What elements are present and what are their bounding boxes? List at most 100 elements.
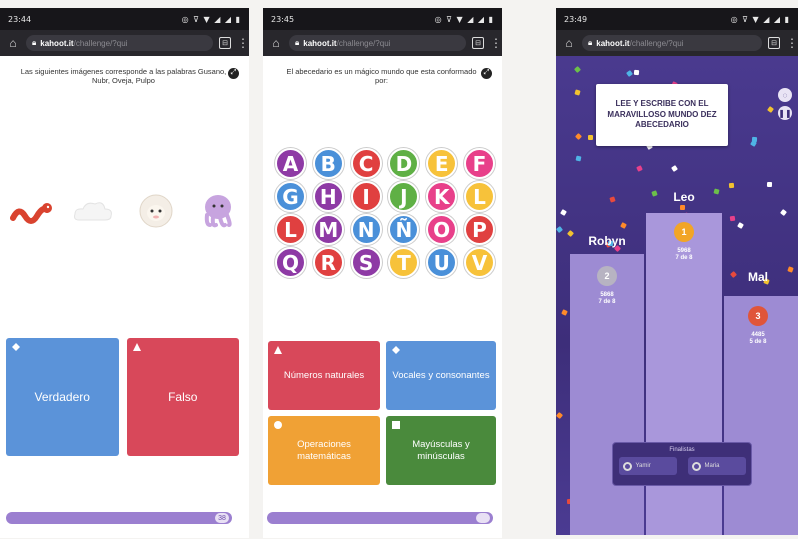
sound-icon[interactable]: ◌ bbox=[778, 88, 792, 102]
url-domain: kahoot.it bbox=[596, 38, 630, 48]
letter-circle: Ñ bbox=[388, 214, 420, 245]
browser-toolbar: ⌂ 🔒︎ kahoot.it/challenge/?qui ⊟ ⋮ bbox=[263, 30, 502, 56]
status-time: 23:49 bbox=[564, 14, 588, 24]
question-label: Las siguientes imágenes corresponde a la… bbox=[20, 66, 227, 85]
answer-vocales-button[interactable]: Vocales y consonantes bbox=[386, 341, 496, 410]
browser-toolbar: ⌂ 🔒︎ kahoot.it/challenge/?qui ⊟ ⋮ bbox=[556, 30, 798, 56]
lock-icon: 🔒︎ bbox=[32, 38, 37, 47]
confetti-piece bbox=[728, 182, 735, 189]
answer-label: Vocales y consonantes bbox=[392, 369, 490, 381]
tabs-icon[interactable]: ⊟ bbox=[472, 37, 484, 49]
status-bar: 23:49 ◎ ⊽ ▼ ◢ ◢ ▮ bbox=[556, 8, 798, 30]
letter-circle: C bbox=[350, 148, 382, 179]
alphabet-image: ABCDEFGHIJKLLMNÑOPQRSTUV bbox=[275, 148, 495, 280]
answer-label: Falso bbox=[168, 389, 198, 404]
answer-operaciones-button[interactable]: Operaciones matemáticas bbox=[268, 416, 380, 485]
worm-icon bbox=[10, 203, 52, 224]
fullscreen-icon[interactable]: ⤢ bbox=[481, 68, 492, 79]
triangle-icon bbox=[274, 346, 282, 354]
letter-circle: U bbox=[426, 247, 458, 278]
gold-medal-icon: 1 bbox=[674, 222, 694, 242]
finalist-button-1[interactable]: Yamir bbox=[618, 457, 677, 475]
place-number: 3 bbox=[755, 311, 761, 321]
letter-circle: L bbox=[463, 181, 495, 212]
phone-screen-alphabet: 23:45 ◎ ⊽ ▼ ◢ ◢ ▮ ⌂ 🔒︎ kahoot.it/challen… bbox=[263, 8, 502, 538]
answer-options: Verdadero Falso bbox=[6, 338, 239, 456]
finalists-panel: Finalistas Yamir Maria bbox=[612, 442, 752, 486]
kahoot-title: LEE Y ESCRIBE CON EL MARAVILLOSO MUNDO D… bbox=[607, 99, 717, 130]
diamond-icon bbox=[392, 346, 400, 354]
status-icons: ◎ ⊽ ▼ ◢ ◢ ▮ bbox=[730, 14, 790, 24]
letter-circle: H bbox=[312, 181, 344, 212]
sheep-image bbox=[133, 188, 179, 234]
lock-icon: 🔒︎ bbox=[295, 38, 300, 47]
letter-row: ABCDEF bbox=[275, 148, 495, 179]
circle-icon bbox=[274, 421, 282, 429]
correct-count: 7 de 8 bbox=[675, 255, 693, 262]
confetti-piece bbox=[633, 69, 640, 76]
home-icon[interactable]: ⌂ bbox=[6, 36, 20, 50]
podium-second-score: 5868 7 de 8 bbox=[587, 292, 627, 306]
letter-circle: L bbox=[275, 214, 306, 245]
fullscreen-icon[interactable]: ⤢ bbox=[228, 68, 239, 79]
browser-toolbar: ⌂ 🔒︎ kahoot.it/challenge/?qui ⊟ ⋮ bbox=[0, 30, 249, 56]
url-path: /challenge/?qui bbox=[629, 38, 684, 48]
cloud-image bbox=[70, 188, 116, 234]
home-icon[interactable]: ⌂ bbox=[269, 36, 283, 50]
finalist-button-2[interactable]: Maria bbox=[687, 457, 746, 475]
question-text: Las siguientes imágenes corresponde a la… bbox=[0, 56, 249, 96]
podium-third-name: Mal bbox=[747, 270, 768, 284]
pause-icon[interactable]: ❚❚ bbox=[778, 106, 792, 120]
url-domain: kahoot.it bbox=[40, 38, 74, 48]
score-value: 4485 bbox=[751, 332, 765, 338]
answer-verdadero-button[interactable]: Verdadero bbox=[6, 338, 119, 456]
address-bar[interactable]: 🔒︎ kahoot.it/challenge/?qui bbox=[26, 35, 213, 51]
silver-medal-icon: 2 bbox=[597, 266, 617, 286]
podium-first-score: 5968 7 de 8 bbox=[664, 248, 704, 262]
letter-circle: F bbox=[463, 148, 495, 179]
menu-icon[interactable]: ⋮ bbox=[237, 36, 249, 50]
answer-label: Números naturales bbox=[283, 369, 365, 381]
letter-circle: T bbox=[388, 247, 420, 278]
letter-circle: S bbox=[350, 247, 382, 278]
tabs-icon[interactable]: ⊟ bbox=[768, 37, 780, 49]
score-value: 5968 bbox=[677, 248, 691, 254]
url-path: /challenge/?qui bbox=[336, 38, 391, 48]
finalist-label: Maria bbox=[704, 463, 720, 469]
octopus-image bbox=[195, 188, 241, 234]
letter-circle: G bbox=[275, 181, 306, 212]
address-bar[interactable]: 🔒︎ kahoot.it/challenge/?qui bbox=[289, 35, 466, 51]
sheep-icon bbox=[139, 194, 173, 228]
tabs-icon[interactable]: ⊟ bbox=[219, 37, 231, 49]
lock-icon: 🔒︎ bbox=[588, 38, 593, 47]
status-bar: 23:44 ◎ ⊽ ▼ ◢ ◢ ▮ bbox=[0, 8, 249, 30]
diamond-icon bbox=[12, 343, 20, 351]
confetti-piece bbox=[575, 155, 582, 162]
confetti-piece bbox=[766, 181, 773, 188]
letter-row: QRSTUV bbox=[275, 247, 495, 278]
address-bar[interactable]: 🔒︎ kahoot.it/challenge/?qui bbox=[582, 35, 762, 51]
cloud-icon bbox=[74, 202, 113, 221]
correct-count: 5 de 8 bbox=[749, 339, 767, 346]
letter-circle: B bbox=[312, 148, 344, 179]
bronze-medal-icon: 3 bbox=[748, 306, 768, 326]
url-domain: kahoot.it bbox=[303, 38, 337, 48]
letter-circle: E bbox=[426, 148, 458, 179]
answer-falso-button[interactable]: Falso bbox=[126, 338, 239, 456]
answer-label: Mayúsculas y minúsculas bbox=[412, 439, 470, 462]
menu-icon[interactable]: ⋮ bbox=[490, 36, 502, 50]
home-icon[interactable]: ⌂ bbox=[562, 36, 576, 50]
letter-row: LMNÑOP bbox=[275, 214, 495, 245]
finalists-title: Finalistas bbox=[669, 447, 695, 453]
place-number: 1 bbox=[681, 227, 687, 237]
answer-mayusculas-button[interactable]: Mayúsculas y minúsculas bbox=[386, 416, 496, 485]
menu-icon[interactable]: ⋮ bbox=[786, 36, 798, 50]
letter-circle: P bbox=[463, 214, 495, 245]
letter-circle: A bbox=[275, 148, 306, 179]
letter-circle: J bbox=[388, 181, 420, 212]
progress-count bbox=[476, 513, 490, 523]
confetti-piece bbox=[588, 135, 593, 140]
answer-numeros-button[interactable]: Números naturales bbox=[268, 341, 380, 410]
answer-label: Verdadero bbox=[34, 389, 90, 404]
podium-first-name: Leo bbox=[673, 190, 695, 204]
